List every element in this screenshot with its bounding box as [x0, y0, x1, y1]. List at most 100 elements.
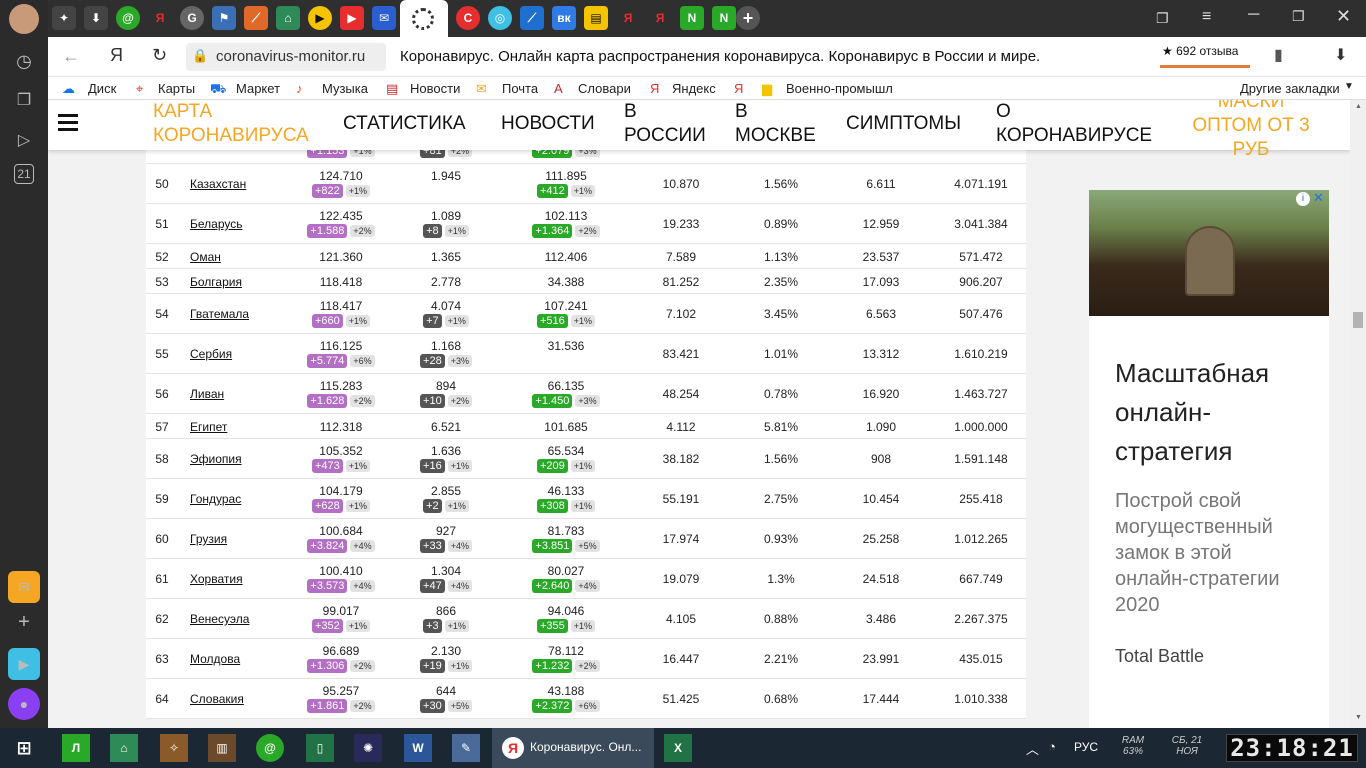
- url-field[interactable]: 🔒 coronavirus-monitor.ru: [186, 43, 386, 71]
- yandex-tab-icon[interactable]: Я: [148, 6, 172, 30]
- alice-icon[interactable]: ●: [8, 688, 40, 720]
- taskbar-app-6[interactable]: ▯: [306, 734, 334, 762]
- bookmark-disk[interactable]: Диск: [88, 81, 116, 96]
- back-icon[interactable]: ←: [62, 46, 80, 67]
- messenger-icon[interactable]: ▶: [8, 648, 40, 680]
- downloads-icon[interactable]: ⬇: [1334, 45, 1347, 65]
- tab-icon-13[interactable]: C: [456, 6, 480, 30]
- taskbar-app-5[interactable]: @: [256, 734, 284, 762]
- bookmark-market[interactable]: Маркет: [236, 81, 280, 96]
- add-panel-icon[interactable]: +: [8, 606, 40, 638]
- new-tab-icon[interactable]: +: [736, 6, 760, 30]
- hamburger-icon[interactable]: [58, 114, 78, 131]
- tab-icon-17[interactable]: ▤: [584, 6, 608, 30]
- tab-icon-7[interactable]: ⌂: [276, 6, 300, 30]
- network-icon[interactable]: ◔: [1048, 739, 1056, 754]
- yandex-tab-icon-2[interactable]: Я: [616, 6, 640, 30]
- taskbar-active-browser[interactable]: Я Коронавирус. Онл...: [492, 728, 654, 768]
- country-link[interactable]: Египет: [190, 420, 227, 434]
- mail-icon[interactable]: ✉: [8, 571, 40, 603]
- chevron-down-icon[interactable]: ▼: [1344, 81, 1354, 92]
- language-indicator[interactable]: РУС: [1074, 740, 1098, 754]
- n-tab-icon[interactable]: N: [680, 6, 704, 30]
- country-link[interactable]: Грузия: [190, 532, 227, 546]
- nav-news[interactable]: НОВОСТИ: [501, 112, 595, 136]
- yandex-tab-icon-3[interactable]: Я: [648, 6, 672, 30]
- country-link[interactable]: Казахстан: [190, 177, 246, 191]
- menu-icon[interactable]: ≡: [1202, 8, 1211, 26]
- country-link[interactable]: Словакия: [190, 692, 244, 706]
- reload-icon[interactable]: ↻: [152, 45, 167, 66]
- ad-info-icon[interactable]: i: [1296, 192, 1310, 206]
- ad-close-icon[interactable]: ✕: [1313, 190, 1324, 206]
- collections-icon[interactable]: ❐: [8, 84, 40, 116]
- taskbar-app-9[interactable]: ✎: [452, 734, 480, 762]
- tab-icon-14[interactable]: ◎: [488, 6, 512, 30]
- promo-masks[interactable]: МАСКИ ОПТОМ ОТ 3 РУБ: [1186, 100, 1316, 162]
- country-link[interactable]: Сербия: [190, 347, 232, 361]
- country-link[interactable]: Эфиопия: [190, 452, 242, 466]
- tabs-icon[interactable]: ❐: [1156, 10, 1169, 27]
- n-tab-icon-2[interactable]: N: [712, 6, 736, 30]
- country-link[interactable]: Молдова: [190, 652, 240, 666]
- calendar-icon[interactable]: 21: [14, 164, 34, 184]
- page-scrollbar[interactable]: ▲ ▼: [1350, 100, 1366, 728]
- scroll-thumb[interactable]: [1353, 312, 1363, 328]
- download-icon[interactable]: ⬇: [84, 6, 108, 30]
- bookmark-music[interactable]: Музыка: [322, 81, 368, 96]
- tab-icon-6[interactable]: ⟋: [244, 6, 268, 30]
- nav-statistics[interactable]: СТАТИСТИКА: [343, 112, 466, 136]
- active-tab[interactable]: [400, 0, 448, 37]
- bookmark-news[interactable]: Новости: [410, 81, 460, 96]
- bookmark-dictionary[interactable]: Словари: [578, 81, 631, 96]
- taskbar-app-4[interactable]: ▥: [208, 734, 236, 762]
- taskbar-app-1[interactable]: Л: [62, 734, 90, 762]
- yandex-logo-icon[interactable]: Я: [110, 45, 123, 66]
- video-icon[interactable]: ▷: [8, 124, 40, 156]
- bookmark-maps[interactable]: Карты: [158, 81, 195, 96]
- profile-avatar[interactable]: [9, 4, 39, 34]
- country-link[interactable]: Оман: [190, 250, 221, 264]
- word-icon[interactable]: W: [404, 734, 432, 762]
- g-tab-icon[interactable]: G: [180, 6, 204, 30]
- taskbar-app-7[interactable]: ✺: [354, 734, 382, 762]
- bookmark-mail[interactable]: Почта: [502, 81, 538, 96]
- youtube-tab-icon[interactable]: ▶: [340, 6, 364, 30]
- country-link[interactable]: Венесуэла: [190, 612, 249, 626]
- history-icon[interactable]: ◷: [8, 45, 40, 77]
- country-link[interactable]: Хорватия: [190, 572, 243, 586]
- nav-moscow[interactable]: В МОСКВЕ: [735, 100, 825, 148]
- nav-symptoms[interactable]: СИМПТОМЫ: [846, 112, 961, 136]
- sparkle-icon[interactable]: ✦: [52, 6, 76, 30]
- mail-tab-icon[interactable]: ✉: [372, 6, 396, 30]
- nav-about[interactable]: О КОРОНАВИРУСЕ: [996, 100, 1166, 148]
- bookmark-icon[interactable]: ▮: [1274, 45, 1283, 65]
- clock[interactable]: 23:18:21: [1226, 734, 1358, 762]
- date-widget[interactable]: СБ, 21 НОЯ: [1162, 735, 1212, 757]
- excel-icon[interactable]: X: [664, 734, 692, 762]
- play-tab-icon[interactable]: ▶: [308, 6, 332, 30]
- taskbar-app-3[interactable]: ✧: [160, 734, 188, 762]
- at-icon[interactable]: @: [116, 6, 140, 30]
- restore-icon[interactable]: ❐: [1292, 8, 1305, 25]
- country-link[interactable]: Болгария: [190, 275, 242, 289]
- nav-map[interactable]: КАРТА КОРОНАВИРУСА: [153, 100, 323, 148]
- minimize-icon[interactable]: ─: [1248, 6, 1259, 24]
- tab-icon-15[interactable]: ⟋: [520, 6, 544, 30]
- bookmark-yandex[interactable]: Яндекс: [672, 81, 716, 96]
- close-icon[interactable]: ✕: [1336, 6, 1351, 27]
- nav-russia[interactable]: В РОССИИ: [624, 100, 714, 148]
- country-link[interactable]: Беларусь: [190, 217, 242, 231]
- other-bookmarks[interactable]: Другие закладки: [1240, 81, 1340, 96]
- vk-tab-icon[interactable]: вк: [552, 6, 576, 30]
- reviews-badge[interactable]: ★ 692 отзыва: [1160, 42, 1250, 68]
- advertisement[interactable]: i ✕ Масштабная онлайн-стратегия Построй …: [1089, 190, 1329, 728]
- country-link[interactable]: Ливан: [190, 387, 224, 401]
- tray-chevron-icon[interactable]: ︿: [1026, 739, 1039, 758]
- start-icon[interactable]: ⊞: [10, 734, 38, 762]
- taskbar-app-2[interactable]: ⌂: [110, 734, 138, 762]
- bookmark-military[interactable]: Военно-промышл: [786, 81, 894, 96]
- country-link[interactable]: Гондурас: [190, 492, 241, 506]
- tab-icon-5[interactable]: ⚑: [212, 6, 236, 30]
- country-link[interactable]: Гватемала: [190, 307, 249, 321]
